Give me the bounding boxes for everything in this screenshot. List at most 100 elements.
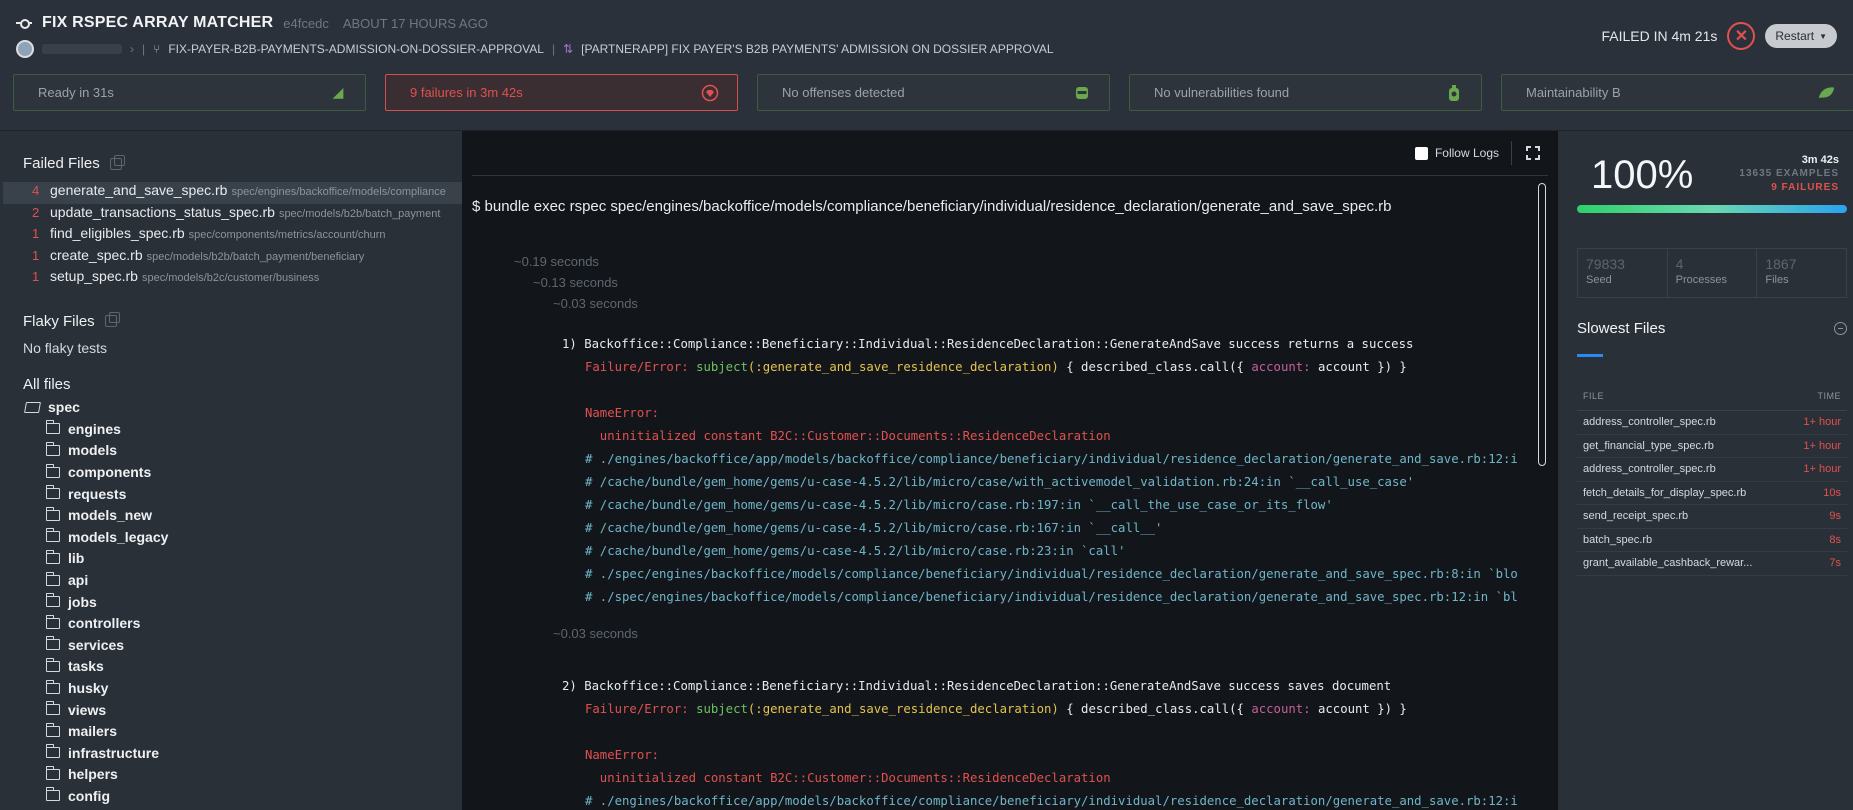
tree-folder[interactable]: config xyxy=(0,785,462,807)
backtrace-line: # /cache/bundle/gem_home/gems/u-case-4.5… xyxy=(585,475,1415,489)
tree-folder[interactable]: services xyxy=(0,634,462,656)
folder-icon xyxy=(45,636,60,651)
console-toolbar: Follow Logs xyxy=(472,131,1548,176)
command-line: $ bundle exec rspec spec/engines/backoff… xyxy=(472,198,1392,215)
failed-file-item[interactable]: 2 update_transactions_status_spec.rb spe… xyxy=(0,204,462,226)
file-tree: spec engines models components requests mode… xyxy=(0,397,462,807)
failure-prefix: Failure/Error: xyxy=(585,360,697,374)
failure-count: 1 xyxy=(32,247,40,263)
folder-icon xyxy=(45,506,60,521)
tree-folder[interactable]: lib xyxy=(0,548,462,570)
folder-icon xyxy=(45,657,60,672)
folder-icon xyxy=(45,571,60,586)
tree-folder[interactable]: controllers xyxy=(0,612,462,634)
pr-title[interactable]: [PARTNERAPP] FIX PAYER'S B2B PAYMENTS' A… xyxy=(581,42,1053,56)
slow-file-name: address_controller_spec.rb xyxy=(1583,463,1716,476)
tree-folder[interactable]: engines xyxy=(0,418,462,440)
slow-file-time: 7s xyxy=(1829,557,1841,570)
file-name: update_transactions_status_spec.rb xyxy=(50,203,275,220)
failed-file-item[interactable]: 1 create_spec.rb spec/models/b2b/batch_p… xyxy=(0,247,462,269)
file-path: spec/components/metrics/account/churn xyxy=(188,229,386,241)
tree-folder[interactable]: models_new xyxy=(0,504,462,526)
slow-file-time: 1+ hour xyxy=(1803,416,1841,429)
failed-file-item[interactable]: 4 generate_and_save_spec.rb spec/engines… xyxy=(3,182,462,204)
tree-folder-spec[interactable]: spec xyxy=(0,397,462,419)
run-stats: 3m 42s 13635 EXAMPLES 9 FAILURES xyxy=(1739,153,1839,195)
col-time: TIME xyxy=(1817,390,1841,401)
badge-label: 9 failures in 3m 42s xyxy=(410,85,523,100)
folder-icon xyxy=(45,679,60,694)
table-row[interactable]: batch_spec.rb 8s xyxy=(1577,529,1847,552)
title-row: FIX RSPEC ARRAY MATCHER e4fcedc ABOUT 17… xyxy=(16,14,488,32)
failure-title: 2) Backoffice::Compliance::Beneficiary::… xyxy=(562,679,1392,693)
table-row[interactable]: fetch_details_for_display_spec.rb 10s xyxy=(1577,482,1847,505)
badge-brakeman[interactable]: No vulnerabilities found xyxy=(1129,74,1482,111)
pull-request-icon: ⇅ xyxy=(563,42,574,56)
badge-rubocop[interactable]: No offenses detected xyxy=(757,74,1110,111)
tree-folder[interactable]: models xyxy=(0,440,462,462)
backtrace-line: # ./engines/backoffice/app/models/backof… xyxy=(585,452,1518,466)
follow-logs-label: Follow Logs xyxy=(1434,146,1499,160)
folder-icon xyxy=(45,787,60,802)
folder-icon xyxy=(45,463,60,478)
badge-rspec[interactable]: 9 failures in 3m 42s xyxy=(385,74,738,111)
copy-icon[interactable] xyxy=(104,312,120,327)
docker-icon: ◢ xyxy=(332,84,344,100)
follow-logs-toggle[interactable]: Follow Logs xyxy=(1414,141,1512,165)
leaf-icon xyxy=(1817,84,1835,102)
tree-folder[interactable]: mailers xyxy=(0,720,462,742)
folder-name: lib xyxy=(68,550,85,567)
folder-name: api xyxy=(68,572,89,589)
tree-folder[interactable]: tasks xyxy=(0,656,462,678)
tree-folder[interactable]: models_legacy xyxy=(0,526,462,548)
progress-bar xyxy=(1577,205,1847,213)
folder-open-icon xyxy=(24,401,41,413)
tree-folder[interactable]: helpers xyxy=(0,764,462,786)
build-header: FIX RSPEC ARRAY MATCHER e4fcedc ABOUT 17… xyxy=(0,0,1853,131)
tree-folder[interactable]: views xyxy=(0,699,462,721)
badge-build[interactable]: Ready in 31s ◢ xyxy=(13,74,366,111)
files-value: 1867 xyxy=(1765,256,1797,272)
name-error: NameError: xyxy=(585,748,660,762)
table-row[interactable]: grant_available_cashback_rewar... 7s xyxy=(1577,552,1847,576)
folder-name: mailers xyxy=(68,723,118,740)
restart-label: Restart xyxy=(1775,29,1815,43)
slow-file-time: 8s xyxy=(1829,533,1841,546)
file-path: spec/models/b2c/customer/business xyxy=(141,272,320,284)
table-row[interactable]: address_controller_spec.rb 1+ hour xyxy=(1577,458,1847,482)
slow-file-name: get_financial_type_spec.rb xyxy=(1583,439,1714,452)
failed-file-item[interactable]: 1 find_eligibles_spec.rb spec/components… xyxy=(0,225,462,247)
folder-name: services xyxy=(68,636,125,653)
table-row[interactable]: get_financial_type_spec.rb 1+ hour xyxy=(1577,435,1847,458)
branch-name[interactable]: FIX-PAYER-B2B-PAYMENTS-ADMISSION-ON-DOSS… xyxy=(168,42,544,56)
file-path: spec/engines/backoffice/models/complianc… xyxy=(231,186,446,198)
tree-folder[interactable]: components xyxy=(0,461,462,483)
tree-folder[interactable]: infrastructure xyxy=(0,742,462,764)
file-name: setup_spec.rb xyxy=(50,268,138,284)
timing-line: ~0.13 seconds xyxy=(533,275,618,290)
tree-folder[interactable]: api xyxy=(0,569,462,591)
folder-name: husky xyxy=(68,680,109,697)
tree-folder[interactable]: requests xyxy=(0,483,462,505)
backtrace-line: # ./engines/backoffice/app/models/backof… xyxy=(585,794,1518,808)
fullscreen-icon[interactable] xyxy=(1526,146,1540,160)
collapse-icon[interactable] xyxy=(1834,322,1847,335)
copy-icon[interactable] xyxy=(109,154,125,170)
flaky-files-title: Flaky Files xyxy=(23,312,95,330)
tree-folder[interactable]: husky xyxy=(0,677,462,699)
subject-keyword: subject xyxy=(696,702,748,716)
seed-value: 79833 xyxy=(1586,256,1625,272)
commit-sha[interactable]: e4fcedc xyxy=(283,16,329,31)
tree-folder[interactable]: jobs xyxy=(0,591,462,613)
restart-button[interactable]: Restart ▼ xyxy=(1765,24,1837,48)
table-row[interactable]: address_controller_spec.rb 1+ hour xyxy=(1577,411,1847,435)
failed-file-item[interactable]: 1 setup_spec.rb spec/models/b2c/customer… xyxy=(0,268,462,290)
badge-maintainability[interactable]: Maintainability B xyxy=(1501,74,1853,111)
table-row[interactable]: send_receipt_spec.rb 9s xyxy=(1577,505,1847,529)
folder-name: models xyxy=(68,442,118,459)
folder-icon xyxy=(45,701,60,716)
processes-label: Processes xyxy=(1675,274,1728,286)
failure-count: 1 xyxy=(32,226,40,241)
follow-logs-checkbox[interactable] xyxy=(1414,146,1428,160)
failed-files-heading: Failed Files xyxy=(0,154,462,172)
